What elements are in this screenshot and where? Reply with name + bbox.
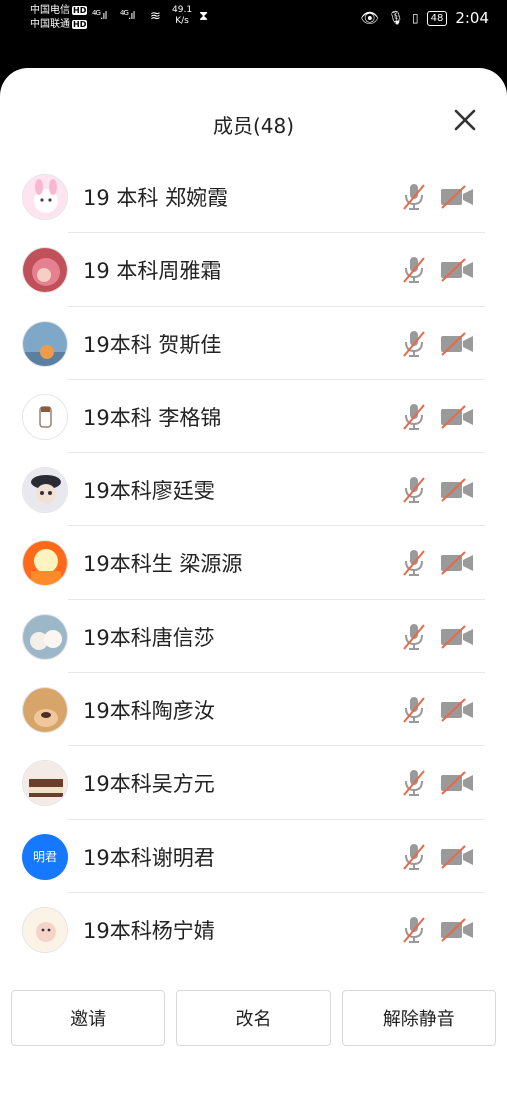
carrier-info: 中国电信 HD 中国联通 HD (30, 4, 88, 32)
member-list: 19 本科 郑婉霞 19 本科周雅霜 19本科 贺斯佳 19本科 李格锦 19本科廖廷雯… (0, 160, 507, 966)
member-row[interactable]: 19本科吴方元 (0, 746, 507, 820)
mic-muted-icon[interactable] (401, 548, 427, 578)
battery-icon: 48 (426, 10, 448, 26)
member-name: 19本科唐信莎 (83, 625, 215, 650)
member-row[interactable]: 19本科廖廷雯 (0, 453, 507, 527)
camera-off-icon[interactable] (439, 477, 475, 503)
avatar (22, 687, 68, 734)
member-name: 19本科吴方元 (83, 772, 215, 797)
camera-off-icon[interactable] (439, 697, 475, 723)
member-row[interactable]: 明君 19本科谢明君 (0, 820, 507, 893)
vibrate-icon: ▯ (411, 11, 419, 25)
member-row[interactable]: 19 本科 郑婉霞 (0, 160, 507, 234)
member-name: 19本科杨宁婧 (83, 918, 215, 943)
member-row[interactable]: 19本科生 梁源源 (0, 526, 507, 600)
member-name: 19本科廖廷雯 (83, 479, 215, 504)
camera-off-icon[interactable] (439, 770, 475, 796)
avatar (22, 760, 68, 807)
mic-muted-icon[interactable] (401, 475, 427, 505)
avatar (22, 613, 68, 660)
page-title: 成员(48) (212, 114, 295, 138)
avatar (22, 540, 68, 587)
camera-off-icon[interactable] (439, 404, 475, 430)
camera-off-icon[interactable] (439, 257, 475, 283)
footer-actions: 邀请 改名 解除静音 (11, 990, 496, 1046)
avatar (22, 320, 68, 367)
mic-muted-icon[interactable] (401, 402, 427, 432)
mic-muted-icon[interactable] (401, 622, 427, 652)
member-name: 19 本科 郑婉霞 (83, 186, 229, 210)
network-speed: 49.1 K/s (172, 5, 193, 26)
mic-muted-icon[interactable] (401, 768, 427, 798)
member-row[interactable]: 19本科唐信莎 (0, 600, 507, 674)
member-name: 19本科生 梁源源 (83, 552, 243, 577)
member-row[interactable]: 19本科杨宁婧 (0, 893, 507, 966)
avatar (22, 906, 68, 953)
avatar (22, 467, 68, 514)
rename-button[interactable]: 改名 (176, 990, 331, 1046)
hd-badge: HD (72, 20, 88, 29)
avatar (22, 174, 68, 220)
member-name: 19本科陶彦汝 (83, 699, 215, 724)
signal-icon: 4G.ıl (120, 9, 135, 22)
camera-off-icon[interactable] (439, 184, 475, 210)
camera-off-icon[interactable] (439, 624, 475, 650)
clock: 2:04 (455, 9, 489, 27)
camera-off-icon[interactable] (439, 917, 475, 943)
status-right: 👁 🎙 ▯ 48 2:04 (360, 9, 489, 27)
member-name: 19本科 李格锦 (83, 405, 222, 430)
camera-off-icon[interactable] (439, 550, 475, 576)
status-bar: 中国电信 HD 中国联通 HD 4G.ıl 4G.ıl ≋ 49.1 K/s ⧗ 👁 … (0, 0, 507, 68)
eye-icon: 👁 (360, 9, 380, 27)
carrier-1: 中国电信 (30, 5, 70, 16)
hd-badge: HD (72, 6, 88, 15)
member-name: 19本科 贺斯佳 (83, 332, 222, 357)
mic-muted-icon[interactable] (401, 695, 427, 725)
carrier-2: 中国联通 (30, 19, 70, 30)
mic-muted-icon[interactable] (401, 255, 427, 285)
hourglass-icon: ⧗ (199, 9, 208, 24)
member-row[interactable]: 19本科陶彦汝 (0, 673, 507, 747)
mic-muted-icon[interactable] (401, 915, 427, 945)
camera-off-icon[interactable] (439, 331, 475, 357)
microphone-icon: 🎙 (387, 10, 404, 26)
member-row[interactable]: 19本科 贺斯佳 (0, 307, 507, 380)
members-sheet: 成员(48) 19 本科 郑婉霞 19 本科周雅霜 19本科 贺斯佳 19本科 李格锦… (0, 68, 507, 1100)
unmute-button[interactable]: 解除静音 (341, 990, 496, 1046)
member-name: 19 本科周雅霜 (83, 259, 222, 284)
close-icon[interactable] (453, 108, 477, 132)
invite-button[interactable]: 邀请 (11, 990, 166, 1046)
mic-muted-icon[interactable] (401, 329, 427, 359)
mic-muted-icon[interactable] (401, 182, 427, 212)
member-name: 19本科谢明君 (83, 845, 215, 870)
camera-off-icon[interactable] (439, 844, 475, 870)
member-row[interactable]: 19本科 李格锦 (0, 380, 507, 454)
avatar: 明君 (22, 833, 68, 880)
mic-muted-icon[interactable] (401, 842, 427, 872)
avatar (22, 247, 68, 294)
member-row[interactable]: 19 本科周雅霜 (0, 233, 507, 307)
signal-icon: 4G.ıl (92, 9, 107, 22)
avatar (22, 393, 68, 440)
wifi-icon: ≋ (150, 9, 161, 24)
